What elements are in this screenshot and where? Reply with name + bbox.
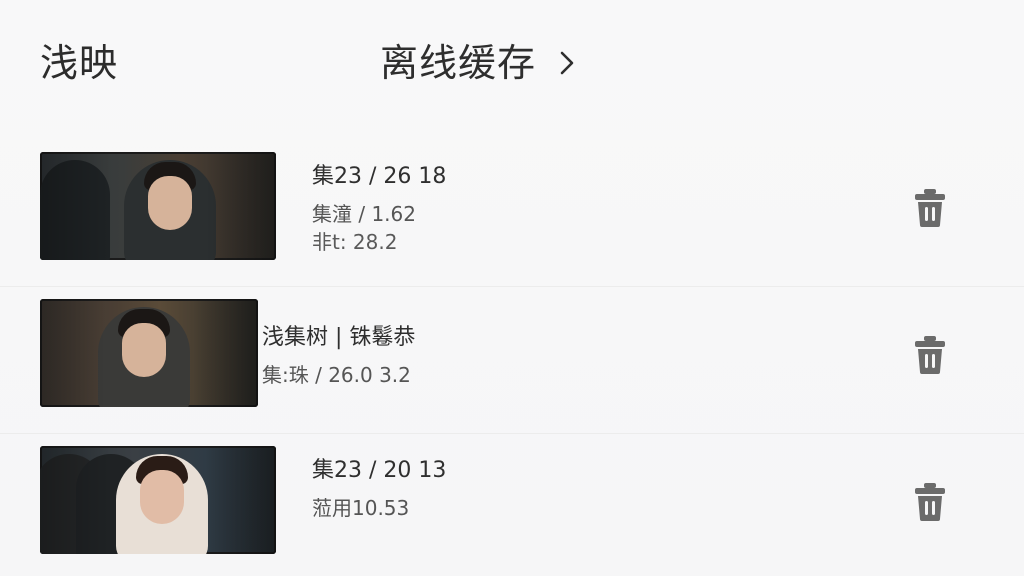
download-item[interactable]: 集23 / 20 13 蒞用10.53 (0, 433, 1024, 576)
thumbnail-face (148, 176, 192, 230)
thumbnail-face (122, 323, 166, 377)
delete-button[interactable] (908, 478, 952, 526)
download-size: 非t: 28.2 (312, 230, 398, 254)
download-info: 集23 / 26 18 集潼 / 1.62 非t: 28.2 (312, 162, 446, 254)
chevron-right-icon (560, 51, 574, 75)
download-info: 集23 / 20 13 蒞用10.53 (312, 456, 446, 522)
trash-icon (915, 189, 945, 227)
thumbnail-figure (40, 454, 104, 554)
trash-icon (915, 336, 945, 374)
section-title: 离线缓存 (380, 41, 537, 85)
video-thumbnail (40, 152, 276, 260)
download-item[interactable]: 浅集树 | 铢鬈恭 集:珠 / 26.0 3.2 (0, 286, 1024, 433)
download-meta: 集潼 / 1.62 (312, 202, 416, 226)
thumbnail-face (140, 470, 184, 524)
download-title: 浅集树 | 铢鬈恭 (262, 325, 416, 350)
delete-button[interactable] (908, 184, 952, 232)
download-meta: 蒞用10.53 (312, 496, 410, 520)
thumbnail-figure (76, 454, 146, 554)
video-thumbnail (40, 299, 258, 407)
thumbnail-figure (124, 160, 216, 260)
download-title: 集23 / 26 18 (312, 164, 447, 189)
header: 浅映 离线缓存 (0, 0, 1024, 120)
video-thumbnail (40, 446, 276, 554)
download-title: 集23 / 20 13 (312, 458, 447, 483)
download-info: 浅集树 | 铢鬈恭 集:珠 / 26.0 3.2 (262, 323, 415, 389)
thumbnail-hair (144, 162, 196, 190)
thumbnail-background-figure (40, 160, 110, 260)
app-title: 浅映 (40, 41, 119, 85)
download-meta: 集:珠 / 26.0 3.2 (262, 363, 411, 387)
trash-icon (915, 483, 945, 521)
download-item[interactable]: 集23 / 26 18 集潼 / 1.62 非t: 28.2 (0, 140, 1024, 286)
offline-cache-page: 浅映 离线缓存 集23 / 26 18 集潼 / 1.62 非t: 28.2 浅… (0, 0, 1024, 576)
delete-button[interactable] (908, 331, 952, 379)
thumbnail-figure (116, 454, 208, 554)
thumbnail-hair (136, 456, 188, 484)
thumbnail-figure (98, 307, 190, 407)
offline-cache-link[interactable]: 离线缓存 (380, 38, 580, 88)
thumbnail-hair (118, 309, 170, 337)
download-list: 集23 / 26 18 集潼 / 1.62 非t: 28.2 浅集树 | 铢鬈恭… (0, 140, 1024, 576)
